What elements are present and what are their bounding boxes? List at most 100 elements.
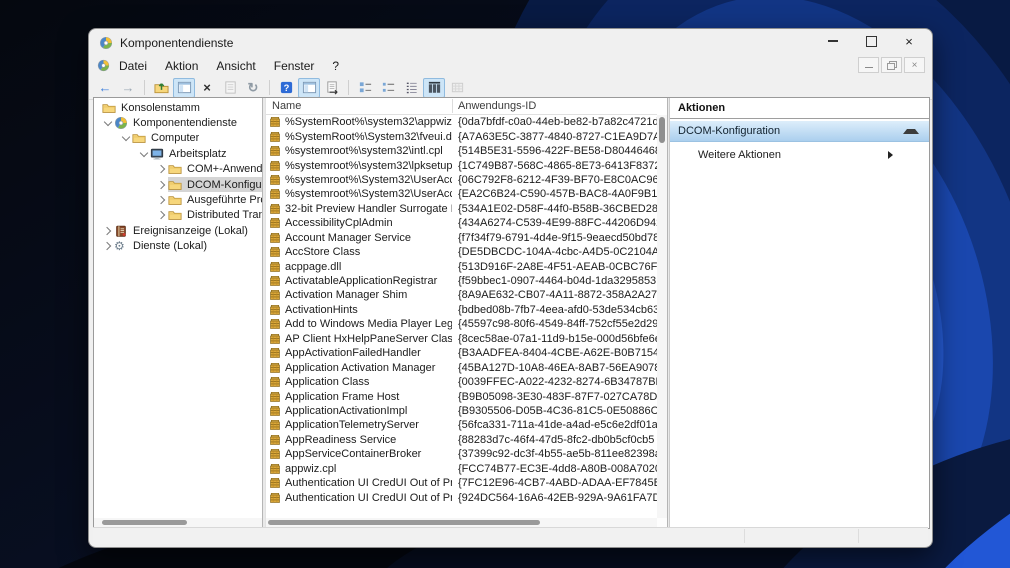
table-row[interactable]: acppage.dll {513D916F-2A8E-4F51-AEAB-0CBC… — [266, 259, 657, 273]
forward-icon[interactable]: → — [117, 78, 139, 98]
details-view-icon[interactable] — [423, 77, 445, 98]
close-button[interactable]: × — [890, 29, 928, 53]
tree-item-computer[interactable]: Computer — [94, 131, 262, 146]
chevron-right-icon[interactable] — [102, 241, 114, 251]
chevron-right-icon[interactable] — [156, 180, 168, 189]
tree-item-konsolenstamm[interactable]: Konsolenstamm — [94, 100, 262, 115]
actions-title: Aktionen — [678, 102, 726, 114]
large-icons-view-icon[interactable] — [354, 78, 376, 98]
row-name: %systemroot%\System32\UserAcco... — [285, 173, 452, 186]
column-header-anwendungs-id[interactable]: Anwendungs-ID — [458, 100, 536, 112]
up-one-level-icon[interactable] — [150, 78, 172, 98]
folder-icon — [168, 208, 183, 222]
row-name: ApplicationTelemetryServer — [285, 419, 419, 432]
table-row[interactable]: %systemroot%\System32\UserAcco... {06C792… — [266, 173, 657, 187]
menu-aktion[interactable]: Aktion — [156, 57, 207, 75]
row-name: ApplicationActivationImpl — [285, 404, 408, 417]
table-row[interactable]: ActivationHints {bdbed08b-7fb7-4eea-afd0-… — [266, 303, 657, 317]
menu-ansicht[interactable]: Ansicht — [207, 57, 264, 75]
small-icons-view-icon[interactable] — [377, 78, 399, 98]
column-divider[interactable] — [452, 99, 453, 113]
child-close-button[interactable]: × — [904, 57, 925, 73]
menu-help[interactable]: ? — [323, 57, 348, 75]
chevron-right-icon[interactable] — [156, 165, 168, 174]
table-row[interactable]: Authentication UI CredUI Out of Pro... {7… — [266, 476, 657, 490]
menu-fenster[interactable]: Fenster — [265, 57, 324, 75]
table-row[interactable]: %systemroot%\system32\lpksetup... {1C749B… — [266, 158, 657, 172]
table-row[interactable]: 32-bit Preview Handler Surrogate H... {53… — [266, 202, 657, 216]
table-row[interactable]: AccStore Class {DE5DBCDC-104A-4cbc-A4D5-0… — [266, 245, 657, 259]
table-row[interactable]: AccessibilityCplAdmin {434A6274-C539-4E99… — [266, 216, 657, 230]
table-row[interactable]: %systemroot%\system32\intl.cpl {514B5E31-… — [266, 144, 657, 158]
table-row[interactable]: Activation Manager Shim {8A9AE632-CB07-4A… — [266, 288, 657, 302]
help-icon[interactable] — [275, 78, 297, 98]
more-actions-label: Weitere Aktionen — [698, 149, 781, 161]
table-row[interactable]: Add to Windows Media Player Lega... {4559… — [266, 317, 657, 331]
tree-item-arbeitsplatz[interactable]: Arbeitsplatz — [94, 146, 262, 161]
maximize-button[interactable] — [852, 29, 890, 53]
table-row[interactable]: Application Activation Manager {45BA127D-… — [266, 360, 657, 374]
chevron-down-icon[interactable] — [120, 133, 132, 142]
menu-bar: Datei Aktion Ansicht Fenster? × — [89, 55, 932, 76]
computer-icon — [150, 147, 165, 161]
actions-section-dcom-konfiguration[interactable]: DCOM-Konfiguration — [670, 120, 929, 142]
customize-view-icon[interactable] — [446, 78, 468, 98]
tree-item-dienste-lokal[interactable]: ⚙ Dienste (Lokal) — [94, 239, 262, 254]
minimize-button[interactable] — [814, 29, 852, 53]
child-minimize-button[interactable] — [858, 57, 879, 73]
tree-item-ausgef-hrte-proze[interactable]: Ausgeführte Proze — [94, 192, 262, 207]
table-row[interactable]: ApplicationTelemetryServer {56fca331-711a… — [266, 418, 657, 432]
collapse-icon[interactable] — [903, 128, 919, 134]
chevron-right-icon[interactable] — [156, 211, 168, 220]
tree-item-distributed-transa[interactable]: Distributed Transa — [94, 208, 262, 223]
chevron-down-icon[interactable] — [102, 117, 114, 127]
list-hscroll-thumb[interactable] — [268, 520, 540, 525]
table-row[interactable]: AppServiceContainerBroker {37399c92-dc3f-… — [266, 447, 657, 461]
chevron-right-icon[interactable] — [156, 195, 168, 205]
table-row[interactable]: AppActivationFailedHandler {B3AADFEA-8404… — [266, 346, 657, 360]
table-row[interactable]: appwiz.cpl {FCC74B77-EC3E-4dd8-A80B-008A7… — [266, 462, 657, 476]
table-row[interactable]: %SystemRoot%\System32\fveui.dll {A7A63E5C… — [266, 129, 657, 143]
row-name: AppActivationFailedHandler — [285, 347, 421, 360]
table-row[interactable]: %systemroot%\System32\UserAcco... {EA2C6B… — [266, 187, 657, 201]
table-row[interactable]: Authentication UI CredUI Out of Pr... {92… — [266, 490, 657, 504]
toolbar-separator — [348, 80, 349, 95]
dcom-list-pane: Name Anwendungs-ID %SystemRoot%\system32… — [265, 98, 668, 528]
row-appid: {B3AADFEA-8404-4CBE-A62E-B0B715412 — [458, 347, 657, 360]
table-row[interactable]: AP Client HxHelpPaneServer Class {8cec58a… — [266, 332, 657, 346]
list-vscroll-thumb[interactable] — [659, 117, 665, 143]
column-header-name[interactable]: Name — [272, 100, 301, 112]
table-row[interactable]: ApplicationActivationImpl {B9305506-D05B-… — [266, 404, 657, 418]
tree-item-dcom-konfigura[interactable]: DCOM-Konfigura — [94, 176, 262, 193]
tree-hscroll-thumb[interactable] — [102, 520, 187, 525]
table-row[interactable]: ActivatableApplicationRegistrar {f59bbec1… — [266, 274, 657, 288]
show-action-pane-icon[interactable] — [298, 77, 320, 98]
dcom-application-icon — [269, 275, 281, 287]
list-vertical-scrollbar[interactable] — [657, 115, 667, 518]
title-bar[interactable]: Komponentendienste × — [89, 29, 932, 55]
table-row[interactable]: %SystemRoot%\system32\appwiz.cpl {0da7bfd… — [266, 115, 657, 129]
chevron-right-icon[interactable] — [102, 226, 114, 236]
list-view-icon[interactable] — [400, 78, 422, 98]
properties-icon[interactable] — [219, 78, 241, 98]
table-row[interactable]: Application Class {0039FFEC-A022-4232-827… — [266, 375, 657, 389]
child-restore-button[interactable] — [881, 57, 902, 73]
tree-item-com-anwendun[interactable]: COM+-Anwendun — [94, 162, 262, 177]
table-row[interactable]: Account Manager Service {f7f34f79-6791-4d… — [266, 231, 657, 245]
component-services-icon — [114, 116, 129, 130]
back-icon[interactable]: ← — [94, 78, 116, 98]
table-row[interactable]: AppReadiness Service {88283d7c-46f4-47d5-… — [266, 433, 657, 447]
delete-icon[interactable]: × — [196, 78, 218, 98]
refresh-icon[interactable]: ↻ — [242, 78, 264, 98]
table-row[interactable]: Application Frame Host {B9B05098-3E30-483… — [266, 389, 657, 403]
more-actions-item[interactable]: Weitere Aktionen — [670, 145, 929, 165]
show-console-tree-icon[interactable] — [173, 77, 195, 98]
dcom-application-icon — [269, 448, 281, 460]
row-appid: {924DC564-16A6-42EB-929A-9A61FA7DA — [458, 491, 657, 504]
tree-item-ereignisanzeige-lokal[interactable]: Ereignisanzeige (Lokal) — [94, 223, 262, 238]
chevron-down-icon[interactable] — [138, 148, 150, 158]
menu-datei[interactable]: Datei — [110, 57, 156, 75]
tree-item-label: Computer — [151, 132, 200, 145]
tree-item-komponentendienste[interactable]: Komponentendienste — [94, 115, 262, 130]
export-list-icon[interactable] — [321, 78, 343, 98]
